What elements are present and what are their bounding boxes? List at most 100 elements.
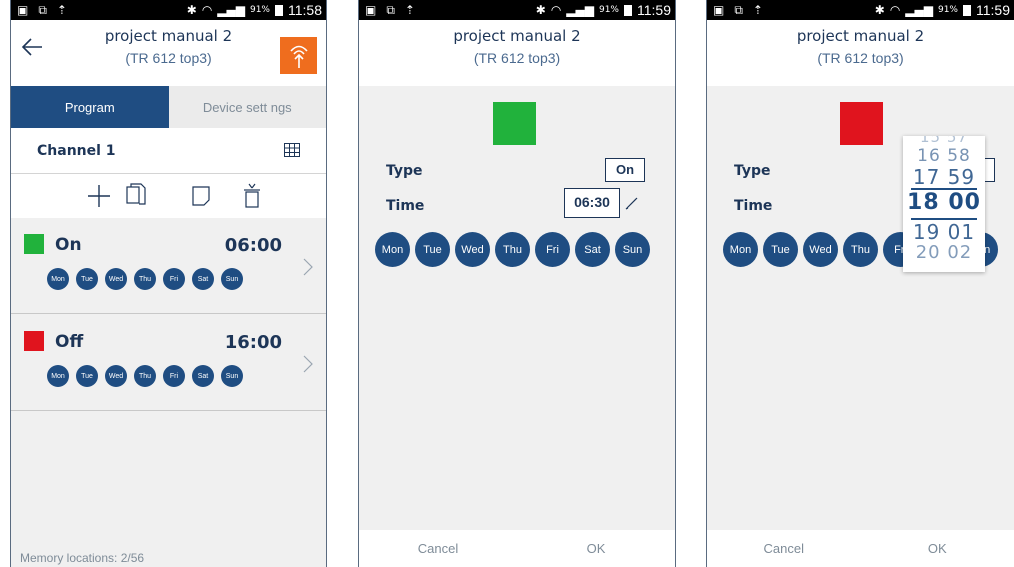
tab-bar: Program Device sett ngs bbox=[11, 86, 326, 128]
signal-icon: ▂▄▆ bbox=[566, 3, 594, 17]
signal-icon: ▂▄▆ bbox=[905, 3, 933, 17]
notification-icons: ▣ ⧉ ⇡ bbox=[365, 3, 415, 18]
day-sat[interactable]: Sat bbox=[575, 232, 610, 267]
day-thu[interactable]: Thu bbox=[843, 232, 878, 267]
page-subtitle: (TR 612 top3) bbox=[817, 50, 904, 66]
day-tue: Tue bbox=[76, 365, 98, 387]
status-bar: ▣ ⧉ ⇡ ✱ ◠ ▂▄▆ 91% 11:59 bbox=[707, 0, 1014, 20]
add-icon[interactable] bbox=[85, 182, 113, 210]
ok-button[interactable]: OK bbox=[517, 530, 675, 567]
type-toggle[interactable]: On bbox=[605, 158, 645, 182]
page-subtitle: (TR 612 top3) bbox=[473, 50, 561, 66]
notification-icons: ▣ ⧉ ⇡ bbox=[713, 3, 763, 18]
picker-row: 20 02 bbox=[915, 242, 973, 263]
screenshot-icon: ⧉ bbox=[734, 3, 743, 17]
day-sun: Sun bbox=[221, 365, 243, 387]
page-title: project manual 2 bbox=[453, 27, 581, 45]
wireless-upload-icon bbox=[289, 45, 308, 68]
weekday-selector: Mon Tue Wed Thu Fri Sat Sun bbox=[375, 232, 650, 267]
paste-icon[interactable] bbox=[187, 182, 215, 210]
channel-label: Channel 1 bbox=[37, 143, 116, 159]
cancel-button[interactable]: Cancel bbox=[707, 530, 861, 567]
day-sun: Sun bbox=[221, 268, 243, 290]
switch-point-editor: Type On Time 06:30 Mon Tue Wed Thu Fri S… bbox=[359, 86, 675, 530]
phone-screen-program-list: ▣ ⧉ ⇡ ✱ ◠ ▂▄▆ 91% 11:58 project manual 2… bbox=[10, 0, 327, 567]
signal-icon: ▂▄▆ bbox=[217, 3, 245, 17]
battery-icon bbox=[624, 4, 632, 16]
copy-icon[interactable] bbox=[122, 182, 150, 210]
day-mon: Mon bbox=[47, 268, 69, 290]
transfer-button[interactable] bbox=[280, 37, 317, 74]
off-color-square bbox=[840, 102, 883, 145]
clock: 11:58 bbox=[288, 2, 322, 18]
day-wed: Wed bbox=[105, 365, 127, 387]
day-tue[interactable]: Tue bbox=[763, 232, 798, 267]
upload-icon: ⇡ bbox=[404, 3, 415, 17]
tab-program[interactable]: Program bbox=[11, 86, 169, 128]
dialog-footer: Cancel OK bbox=[359, 530, 675, 567]
pencil-icon[interactable] bbox=[625, 196, 639, 210]
on-color-square bbox=[24, 234, 44, 254]
day-sun[interactable]: Sun bbox=[615, 232, 650, 267]
picker-row: 16 58 bbox=[917, 146, 971, 166]
picker-row-hidden: 15 57 bbox=[920, 136, 968, 146]
delete-icon[interactable] bbox=[238, 182, 266, 210]
bluetooth-icon: ✱ bbox=[186, 3, 197, 17]
on-color-square bbox=[493, 102, 536, 145]
upload-icon: ⇡ bbox=[752, 3, 763, 17]
page-subtitle: (TR 612 top3) bbox=[125, 50, 212, 66]
dialog-footer: Cancel OK bbox=[707, 530, 1014, 567]
off-color-square bbox=[24, 331, 44, 351]
list-item[interactable]: On 06:00 Mon Tue Wed Thu Fri Sat Sun bbox=[11, 218, 326, 314]
type-label: Type bbox=[734, 163, 771, 179]
day-sat: Sat bbox=[192, 268, 214, 290]
day-fri[interactable]: Fri bbox=[535, 232, 570, 267]
entry-type: On bbox=[55, 235, 82, 255]
entry-time: 16:00 bbox=[224, 332, 282, 353]
day-mon[interactable]: Mon bbox=[723, 232, 758, 267]
chevron-right-icon bbox=[303, 258, 313, 276]
system-indicators: ✱ ◠ ▂▄▆ 91% 11:58 bbox=[187, 2, 322, 18]
page-title: project manual 2 bbox=[796, 27, 925, 45]
gallery-icon: ▣ bbox=[713, 3, 725, 17]
day-sat: Sat bbox=[192, 365, 214, 387]
wifi-icon: ◠ bbox=[889, 3, 901, 17]
memory-locations: Memory locations: 2/56 bbox=[20, 551, 145, 565]
phone-screen-edit-on: ▣ ⧉ ⇡ ✱ ◠ ▂▄▆ 91% 11:59 project manual 2… bbox=[358, 0, 676, 567]
time-picker-wheel[interactable]: 15 57 16 58 17 59 18 00 19 01 20 02 bbox=[903, 136, 985, 272]
system-indicators: ✱ ◠ ▂▄▆ 91% 11:59 bbox=[875, 2, 1010, 18]
list-item[interactable]: Off 16:00 Mon Tue Wed Thu Fri Sat Sun bbox=[11, 315, 326, 411]
notification-icons: ▣ ⧉ ⇡ bbox=[17, 3, 67, 18]
status-bar: ▣ ⧉ ⇡ ✱ ◠ ▂▄▆ 91% 11:59 bbox=[359, 0, 675, 20]
tab-device-settings[interactable]: Device sett ngs bbox=[168, 86, 326, 128]
day-wed[interactable]: Wed bbox=[803, 232, 838, 267]
battery-icon bbox=[275, 4, 283, 16]
weekday-list: Mon Tue Wed Thu Fri Sat Sun bbox=[47, 268, 243, 290]
page-title: project manual 2 bbox=[104, 27, 233, 45]
bluetooth-icon: ✱ bbox=[874, 3, 885, 17]
battery-percent: 91% bbox=[598, 5, 619, 15]
app-header: project manual 2 (TR 612 top3) bbox=[707, 20, 1014, 86]
screenshot-icon: ⧉ bbox=[386, 3, 395, 17]
day-tue: Tue bbox=[76, 268, 98, 290]
program-list: On 06:00 Mon Tue Wed Thu Fri Sat Sun Off… bbox=[11, 218, 326, 567]
gallery-icon: ▣ bbox=[17, 3, 29, 17]
day-thu: Thu bbox=[134, 365, 156, 387]
day-thu[interactable]: Thu bbox=[495, 232, 530, 267]
day-tue[interactable]: Tue bbox=[415, 232, 450, 267]
time-field[interactable]: 06:30 bbox=[564, 188, 620, 218]
clock: 11:59 bbox=[976, 2, 1010, 18]
day-wed[interactable]: Wed bbox=[455, 232, 490, 267]
ok-button[interactable]: OK bbox=[861, 530, 1014, 567]
system-indicators: ✱ ◠ ▂▄▆ 91% 11:59 bbox=[536, 2, 671, 18]
gallery-icon: ▣ bbox=[365, 3, 377, 17]
cancel-button[interactable]: Cancel bbox=[359, 530, 517, 567]
app-header: project manual 2 (TR 612 top3) bbox=[359, 20, 675, 86]
status-bar: ▣ ⧉ ⇡ ✱ ◠ ▂▄▆ 91% 11:58 bbox=[11, 0, 326, 20]
channel-selector[interactable]: Channel 1 bbox=[11, 128, 326, 174]
time-label: Time bbox=[386, 198, 425, 214]
grid-view-icon[interactable] bbox=[284, 143, 300, 157]
day-mon[interactable]: Mon bbox=[375, 232, 410, 267]
phone-screen-edit-off-time-picker: ▣ ⧉ ⇡ ✱ ◠ ▂▄▆ 91% 11:59 project manual 2… bbox=[706, 0, 1014, 567]
picker-row: 19 01 bbox=[912, 220, 976, 244]
